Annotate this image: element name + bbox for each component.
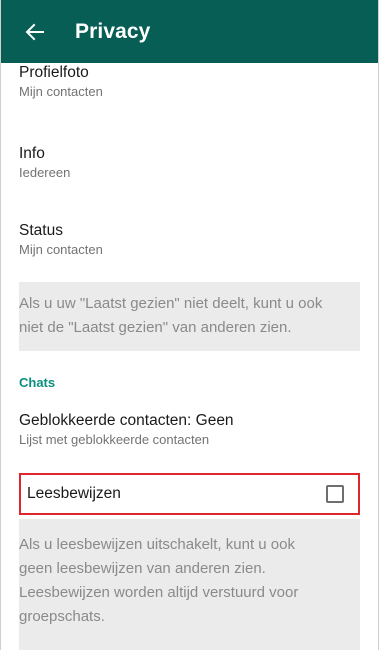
arrow-left-icon — [25, 23, 44, 40]
page-title: Privacy — [75, 19, 151, 43]
setting-title: Info — [19, 145, 45, 162]
setting-subtitle: Mijn contacten — [19, 242, 103, 257]
note-line: Als u leesbewijzen uitschakelt, kunt u o… — [19, 536, 295, 553]
setting-info[interactable]: Info Iedereen — [19, 145, 360, 181]
setting-title: Status — [19, 222, 63, 239]
setting-subtitle: Mijn contacten — [19, 84, 103, 99]
setting-profile-photo[interactable]: Profielfoto Mijn contacten — [19, 64, 360, 100]
setting-subtitle: Iedereen — [19, 165, 71, 180]
app-bar: Privacy — [1, 0, 378, 63]
setting-blocked-contacts[interactable]: Geblokkeerde contacten: Geen Lijst met g… — [19, 412, 360, 448]
privacy-screen: Privacy Profielfoto Mijn contacten Info … — [0, 0, 379, 650]
setting-title: Geblokkeerde contacten: Geen — [19, 412, 234, 429]
note-line: geen leesbewijzen van anderen zien. — [19, 560, 266, 577]
setting-title: Profielfoto — [19, 64, 89, 81]
back-button[interactable] — [23, 20, 47, 44]
setting-status[interactable]: Status Mijn contacten — [19, 222, 360, 258]
setting-read-receipts[interactable]: Leesbewijzen — [19, 473, 360, 515]
note-line: niet de "Laatst gezien" van anderen zien… — [19, 319, 292, 336]
setting-subtitle: Lijst met geblokkeerde contacten — [19, 432, 210, 447]
last-seen-note: Als u uw "Laatst gezien" niet deelt, kun… — [19, 282, 360, 351]
settings-list: Profielfoto Mijn contacten Info Iedereen… — [19, 63, 360, 650]
note-line: groepschats. — [19, 608, 105, 625]
note-line: Leesbewijzen worden altijd verstuurd voo… — [19, 584, 299, 601]
read-receipts-note: Als u leesbewijzen uitschakelt, kunt u o… — [19, 519, 360, 650]
section-header-chats: Chats — [19, 375, 56, 390]
read-receipts-label: Leesbewijzen — [27, 485, 121, 502]
note-line: Als u uw "Laatst gezien" niet deelt, kun… — [19, 295, 323, 312]
read-receipts-checkbox[interactable] — [326, 485, 344, 503]
